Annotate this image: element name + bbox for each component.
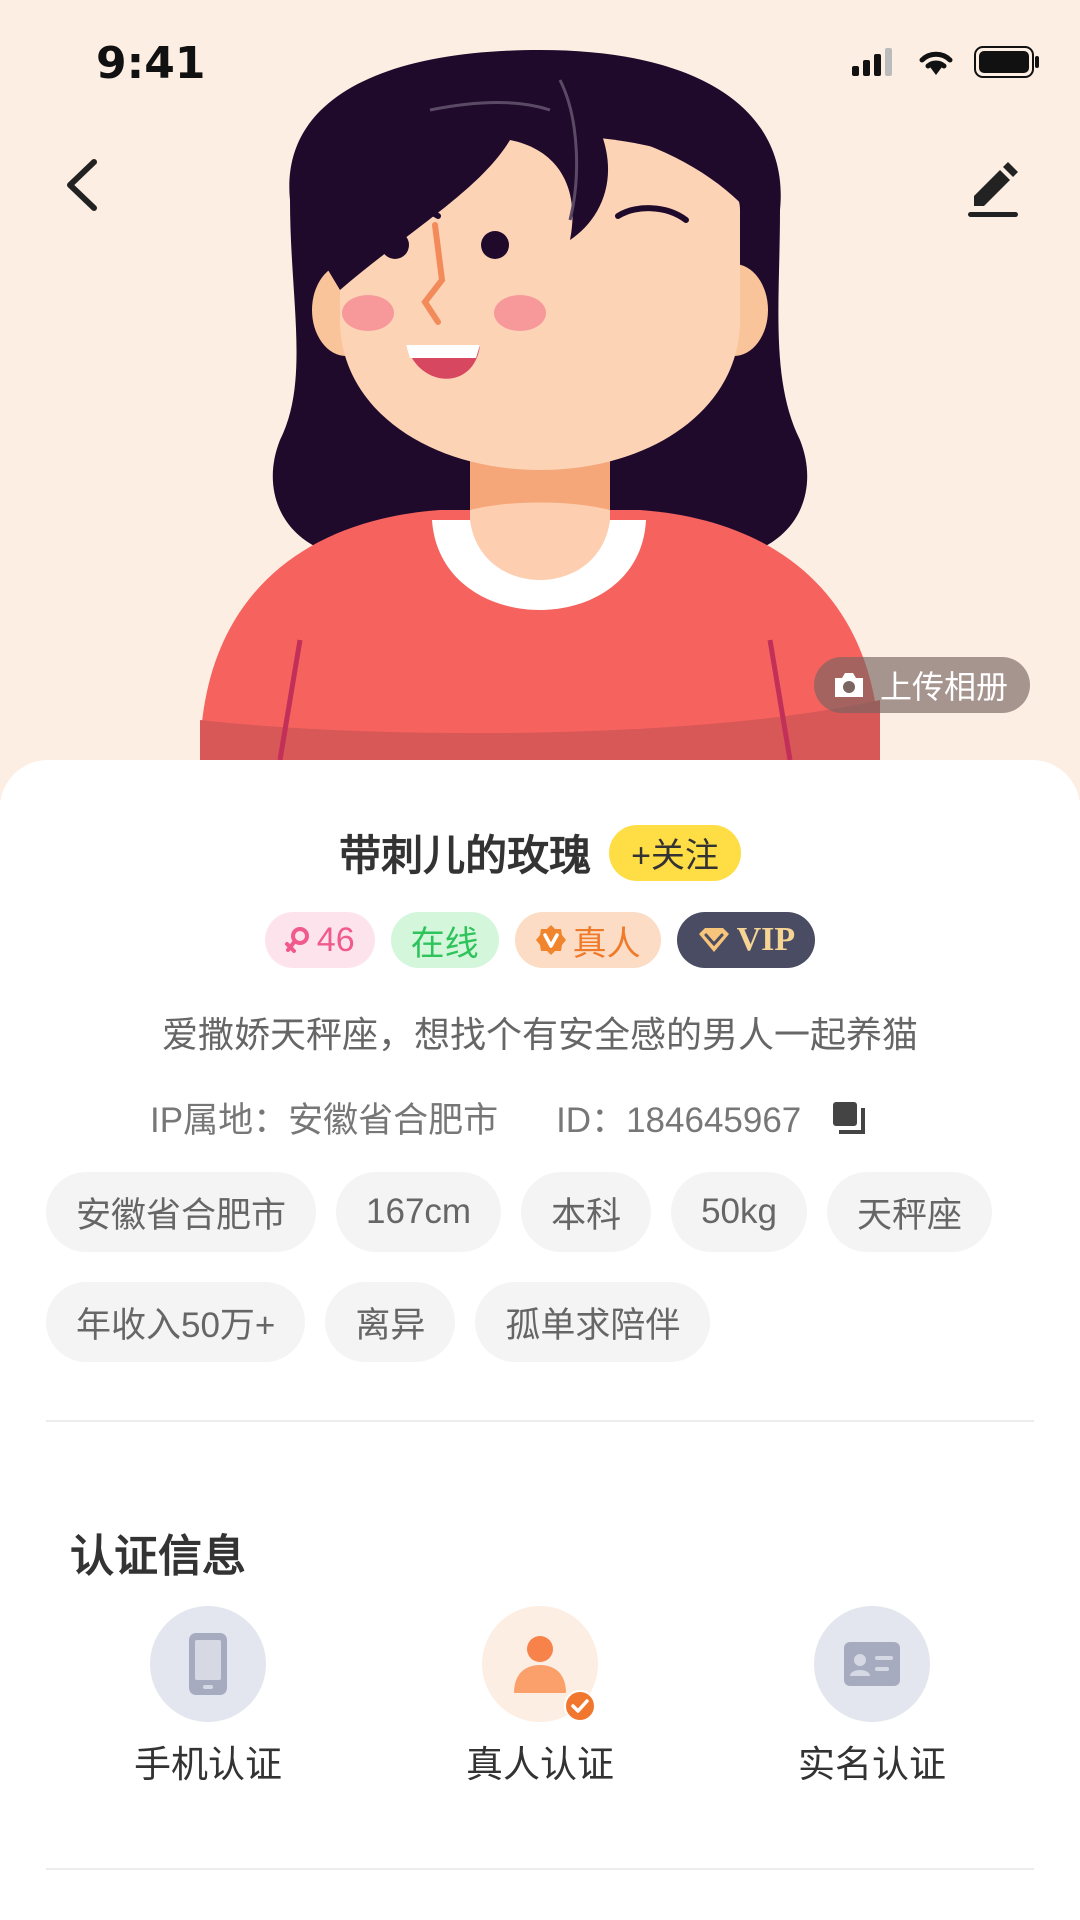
tag-row: 安徽省合肥市 167cm 本科 50kg 天秤座	[46, 1172, 1036, 1252]
checkmark-icon	[564, 1690, 596, 1722]
battery-icon	[974, 46, 1039, 78]
phone-verification[interactable]: 手机认证	[88, 1606, 328, 1788]
ip-location: IP属地：安徽省合肥市	[150, 1101, 499, 1140]
profile-hero: 9:41 上传相册	[0, 0, 1080, 800]
back-button[interactable]	[54, 150, 114, 220]
bio: 爱撒娇天秤座，想找个有安全感的男人一起养猫	[161, 1014, 918, 1055]
status-icons	[852, 46, 1040, 78]
profile-tag: 167cm	[336, 1172, 502, 1252]
divider	[46, 1420, 1034, 1422]
real-name-verification-label: 实名认证	[798, 1744, 946, 1785]
female-icon	[284, 927, 309, 953]
age-value: 46	[316, 920, 355, 959]
badges: 46 在线 真人 VIP	[0, 912, 1080, 968]
person-icon	[514, 1636, 566, 1693]
profile-tag: 年收入50万+	[46, 1282, 306, 1362]
wifi-icon	[919, 51, 953, 75]
name-row: 带刺儿的玫瑰 +关注	[0, 822, 1080, 883]
follow-button[interactable]: +关注	[609, 824, 741, 881]
status-time: 9:41	[96, 38, 206, 89]
online-badge: 在线	[390, 912, 499, 968]
tag-row: 年收入50万+ 离异 孤单求陪伴	[46, 1282, 1036, 1362]
profile-tags: 安徽省合肥市 167cm 本科 50kg 天秤座 年收入50万+ 离异 孤单求陪伴	[46, 1172, 1036, 1392]
edit-icon[interactable]	[958, 150, 1028, 220]
profile-tag: 天秤座	[827, 1172, 993, 1252]
diamond-icon	[698, 928, 729, 952]
user-id: ID：184645967	[556, 1101, 802, 1140]
vip-label: VIP	[736, 921, 796, 958]
upload-album-button[interactable]: 上传相册	[813, 657, 1030, 713]
phone-verification-label: 手机认证	[134, 1744, 282, 1785]
profile-tag: 孤单求陪伴	[475, 1282, 711, 1362]
meta-row: IP属地：安徽省合肥市 ID：184645967	[150, 1092, 869, 1143]
real-person-badge: 真人	[514, 912, 661, 968]
verification-list: 手机认证 真人认证 实名认证	[0, 1606, 1080, 1806]
profile-tag: 离异	[325, 1282, 456, 1362]
real-person-verification[interactable]: 真人认证	[420, 1606, 660, 1788]
profile-tag: 安徽省合肥市	[46, 1172, 317, 1252]
signal-icon	[852, 48, 892, 76]
upload-album-label: 上传相册	[879, 669, 1008, 705]
nickname: 带刺儿的玫瑰	[339, 832, 592, 879]
divider	[46, 1868, 1034, 1870]
verified-badge-icon	[535, 925, 566, 955]
profile-tag: 本科	[521, 1172, 652, 1252]
status-bar: 9:41	[0, 0, 1080, 120]
real-person-verification-label: 真人认证	[466, 1744, 614, 1785]
profile-tag: 50kg	[671, 1172, 807, 1252]
id-card-icon	[844, 1642, 900, 1686]
copy-icon[interactable]	[829, 1098, 869, 1138]
age-badge: 46	[264, 912, 375, 968]
phone-icon	[189, 1633, 227, 1695]
avatar-illustration[interactable]	[180, 40, 900, 760]
real-name-verification[interactable]: 实名认证	[752, 1606, 992, 1788]
real-person-label: 真人	[572, 924, 641, 963]
vip-badge: VIP	[676, 912, 816, 968]
verification-title: 认证信息	[70, 1532, 246, 1581]
camera-icon	[834, 673, 863, 697]
